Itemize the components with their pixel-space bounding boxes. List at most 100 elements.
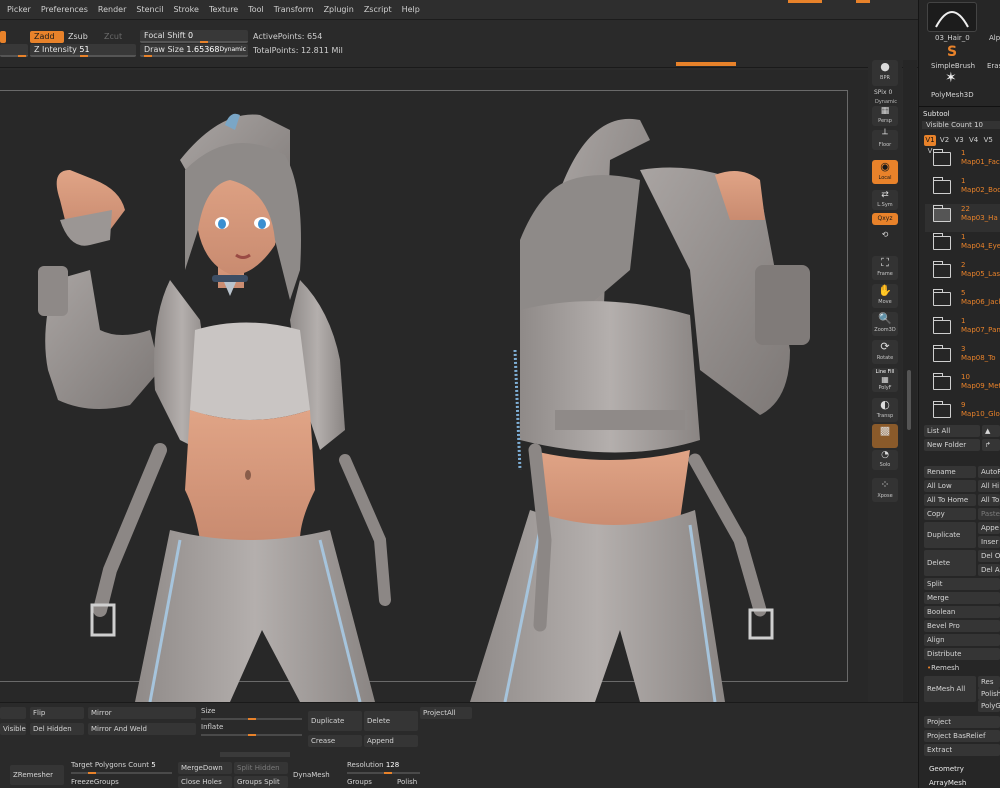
menu-zplugin[interactable]: Zplugin — [319, 5, 359, 14]
subtool-folder-row[interactable]: 1 Map04_Eye — [925, 232, 1000, 260]
merge-menu[interactable]: Merge — [924, 592, 1000, 604]
project-all-button[interactable]: ProjectAll — [420, 707, 472, 719]
solo-button[interactable]: ◔ Solo — [872, 450, 898, 470]
split-hidden-button[interactable]: Split Hidden — [234, 762, 288, 774]
delete-button[interactable]: Delete — [364, 711, 418, 731]
distribute-menu[interactable]: Distribute — [924, 648, 1000, 660]
tab-v1[interactable]: V1 — [924, 135, 936, 146]
crease-button[interactable]: Crease — [308, 735, 362, 747]
zsub-button[interactable]: Zsub — [64, 31, 94, 43]
subtool-folder-row[interactable]: 10 Map09_Metal — [925, 372, 1000, 400]
mrgb-toggle[interactable] — [0, 31, 6, 43]
polish-toggle[interactable]: Polish — [394, 776, 434, 788]
ghost-button[interactable]: ▩ — [872, 424, 898, 448]
unnamed-button[interactable] — [0, 707, 26, 719]
merge-down-button[interactable]: MergeDown — [178, 762, 232, 774]
subtool-folder-row-selected[interactable]: 22 Map03_Ha — [925, 204, 1000, 232]
arraymesh-section[interactable]: ArrayMesh — [929, 779, 966, 787]
rename-button[interactable]: Rename — [924, 466, 976, 478]
bevel-pro-menu[interactable]: Bevel Pro — [924, 620, 1000, 632]
subtool-title[interactable]: Subtool — [923, 110, 950, 118]
insert-subtool-button[interactable]: Inser — [978, 536, 1000, 548]
inflate-slider[interactable]: Inflate — [198, 723, 306, 737]
floor-button[interactable]: ┴ Floor — [872, 130, 898, 150]
menu-render[interactable]: Render — [93, 5, 131, 14]
boolean-menu[interactable]: Boolean — [924, 606, 1000, 618]
zcut-button[interactable]: Zcut — [100, 31, 130, 43]
simple-brush-icon[interactable]: S — [947, 44, 1000, 60]
menu-transform[interactable]: Transform — [269, 5, 319, 14]
dynamic-toggle[interactable]: Dynamic — [220, 44, 246, 55]
menu-zscript[interactable]: Zscript — [359, 5, 397, 14]
all-to-target-button[interactable]: All To — [978, 494, 1000, 506]
lsym-button[interactable]: ⇄ L.Sym — [872, 190, 898, 210]
delete-hidden-button[interactable]: Del Hidden — [30, 723, 84, 735]
resolution-slider[interactable]: Resolution 128 — [344, 761, 424, 775]
tab-v3[interactable]: V3 — [953, 135, 965, 146]
menu-help[interactable]: Help — [397, 5, 425, 14]
viewport-scrollbar[interactable] — [903, 60, 917, 705]
subtool-folder-row[interactable]: 1 Map01_Fac — [925, 148, 1000, 176]
rotate-button[interactable]: ⟳ Rotate — [872, 340, 898, 364]
append-subtool-button[interactable]: Appe — [978, 522, 1000, 534]
menu-preferences[interactable]: Preferences — [36, 5, 93, 14]
zoom3d-button[interactable]: 🔍 Zoom3D — [872, 312, 898, 336]
freeze-groups-button[interactable]: FreezeGroups — [68, 776, 176, 788]
tab-v5[interactable]: V5 — [982, 135, 994, 146]
delete-all-button[interactable]: Del A — [978, 564, 1000, 576]
all-low-button[interactable]: All Low — [924, 480, 976, 492]
append-button[interactable]: Append — [364, 735, 418, 747]
groups-split-button[interactable]: Groups Split — [234, 776, 288, 788]
delete-subtool-button[interactable]: Delete — [924, 550, 976, 576]
local-button[interactable]: ◉ Local — [872, 160, 898, 184]
persp-button[interactable]: ▦ Persp — [872, 106, 898, 126]
extract-menu[interactable]: Extract — [924, 744, 1000, 756]
subtool-folder-row[interactable]: 1 Map07_Pan — [925, 316, 1000, 344]
subtool-folder-row[interactable]: 9 Map10_Glov — [925, 400, 1000, 428]
zadd-button[interactable]: Zadd — [30, 31, 64, 43]
mirror-button[interactable]: Mirror — [88, 707, 196, 719]
paste-button[interactable]: Paste — [978, 508, 1000, 520]
polygroups-slider[interactable]: PolyG — [978, 700, 1000, 712]
remesh-all-button[interactable]: ReMesh All — [924, 676, 976, 702]
project-basrelief-menu[interactable]: Project BasRelief — [924, 730, 1000, 742]
geometry-section[interactable]: Geometry — [929, 765, 964, 773]
arrow-up-button[interactable]: ▲ — [982, 425, 1000, 437]
bpr-button[interactable]: ● BPR — [872, 60, 898, 86]
menu-stencil[interactable]: Stencil — [131, 5, 168, 14]
dynamesh-button[interactable]: DynaMesh — [290, 765, 340, 785]
subtool-folder-row[interactable]: 3 Map08_To — [925, 344, 1000, 372]
mirror-and-weld-button[interactable]: Mirror And Weld — [88, 723, 196, 735]
linefill-button[interactable]: Line Fill ▦ PolyF — [872, 368, 898, 392]
align-menu[interactable]: Align — [924, 634, 1000, 646]
close-holes-button[interactable]: Close Holes — [178, 776, 232, 788]
remesh-menu[interactable]: •Remesh — [924, 662, 1000, 674]
draw-size-slider[interactable]: Draw Size 1.65368 Dynamic — [140, 44, 248, 57]
zremesher-button[interactable]: ZRemesher — [10, 765, 64, 785]
menu-texture[interactable]: Texture — [204, 5, 243, 14]
target-polygons-slider[interactable]: Target Polygons Count 5 — [68, 761, 176, 775]
res-slider[interactable]: Res — [978, 676, 1000, 688]
new-folder-button[interactable]: New Folder — [924, 439, 980, 451]
menu-picker[interactable]: Picker — [2, 5, 36, 14]
tab-v4[interactable]: V4 — [968, 135, 980, 146]
tab-v2[interactable]: V2 — [939, 135, 951, 146]
subtool-folder-row[interactable]: 5 Map06_Jack — [925, 288, 1000, 316]
visible-button[interactable]: Visible — [0, 723, 26, 735]
subtool-folder-row[interactable]: 1 Map02_Bod — [925, 176, 1000, 204]
groups-toggle[interactable]: Groups — [344, 776, 392, 788]
project-menu[interactable]: Project — [924, 716, 1000, 728]
z-intensity-slider[interactable]: Z Intensity 51 — [30, 44, 136, 57]
delete-other-button[interactable]: Del O — [978, 550, 1000, 562]
menu-stroke[interactable]: Stroke — [168, 5, 204, 14]
polish-slider[interactable]: Polish — [978, 688, 1000, 700]
star-icon[interactable]: ✶ — [945, 70, 1000, 86]
autoreorder-button[interactable]: AutoR — [978, 466, 1000, 478]
move-button[interactable]: ✋ Move — [872, 284, 898, 308]
subtool-folder-row[interactable]: 2 Map05_Lash — [925, 260, 1000, 288]
xpose-button[interactable]: ⁘ Xpose — [872, 478, 898, 502]
split-menu[interactable]: Split — [924, 578, 1000, 590]
rotate-axis-icons[interactable]: ⟲ — [872, 228, 898, 246]
flip-button[interactable]: Flip — [30, 707, 84, 719]
duplicate-subtool-button[interactable]: Duplicate — [924, 522, 976, 548]
